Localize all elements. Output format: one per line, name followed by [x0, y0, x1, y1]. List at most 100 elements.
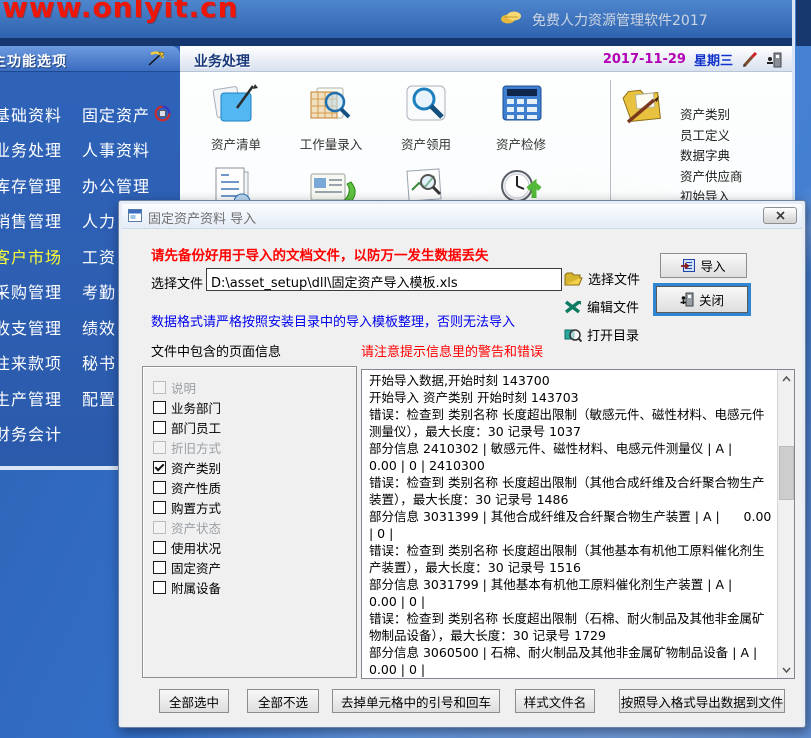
sidebar-item-base-data[interactable]: 基础资料 [0, 96, 62, 132]
grid-magnifier-icon [285, 84, 377, 132]
import-log-text: 开始导入数据,开始时刻 143700 开始导入 资产类别 开始时刻 143703… [362, 370, 777, 678]
sidebar-item-sales[interactable]: 销售管理 [0, 203, 62, 239]
excel-icon [564, 300, 582, 314]
sheet-remark: 说明 [153, 377, 356, 397]
sheet-dept-employee[interactable]: 部门员工 [153, 417, 356, 437]
sheet-asset-category[interactable]: 资产类别 [153, 457, 356, 477]
select-all-button[interactable]: 全部选中 [159, 689, 229, 713]
dialog-body: 请先备份好用于导入的文档文件，以防万一发生数据丢失 选择文件 D:\asset_… [122, 228, 802, 726]
sheet-checkbox-panel: 说明 业务部门 部门员工 折旧方式 资产类别 资产性质 购置方式 资产状态 使用… [142, 366, 357, 678]
checkbox-asset-status [153, 521, 166, 534]
magnifier-icon [380, 84, 472, 132]
calculator-icon [475, 84, 567, 132]
app-tagline: 免费人力资源管理软件2017 [532, 10, 708, 30]
sidebar-item-office[interactable]: 办公管理 [82, 167, 171, 203]
page-title: 业务处理 [194, 51, 250, 71]
sidebar-item-hr-data[interactable]: 人事资料 [82, 132, 171, 168]
sheet-attached-equipment[interactable]: 附属设备 [153, 577, 356, 597]
dialog-titlebar[interactable]: 固定资产资料 导入 [122, 204, 802, 228]
scroll-up-icon[interactable] [778, 370, 795, 387]
checkbox-usage-status[interactable] [153, 541, 166, 554]
sidebar-item-inventory[interactable]: 库存管理 [0, 167, 62, 203]
top-divider-strip [0, 38, 792, 46]
sheet-depreciation: 折旧方式 [153, 437, 356, 457]
sidebar-item-customer-market[interactable]: 客户市场 [0, 238, 62, 274]
file-path-input[interactable]: D:\asset_setup\dll\固定资产导入模板.xls [206, 268, 562, 291]
toolbar-asset-maintenance[interactable]: 资产检修 [475, 84, 567, 153]
exit-icon[interactable] [766, 51, 782, 69]
desktop-dark-corner [796, 0, 811, 46]
toolbar-asset-list[interactable]: 资产清单 [190, 84, 282, 153]
sidebar-item-business[interactable]: 业务处理 [0, 132, 62, 168]
current-weekday: 星期三 [694, 50, 733, 69]
deselect-all-button[interactable]: 全部不选 [247, 689, 319, 713]
import-log-panel: 开始导入数据,开始时刻 143700 开始导入 资产类别 开始时刻 143703… [361, 369, 795, 679]
close-button-focus-ring: 关闭 [653, 283, 751, 316]
sheet-asset-status: 资产状态 [153, 517, 356, 537]
sidebar-header: 主功能选项 [0, 46, 180, 72]
pencil-icon[interactable] [741, 52, 758, 68]
note-pen-icon [190, 84, 282, 132]
toolbar-asset-requisition[interactable]: 资产领用 [380, 84, 472, 153]
sheet-fixed-asset[interactable]: 固定资产 [153, 557, 356, 577]
import-icon [681, 259, 695, 272]
import-dialog: 固定资产资料 导入 请先备份好用于导入的文档文件，以防万一发生数据丢失 选择文件… [118, 200, 806, 728]
link-asset-category[interactable]: 资产类别 [680, 104, 743, 125]
app-top-banner: www.onlyit.cn 免费人力资源管理软件2017 [0, 0, 792, 38]
quick-links: 资产类别 员工定义 数据字典 资产供应商 初始导入 [680, 104, 743, 207]
main-panel-header: 业务处理 2017-11-29 星期三 [180, 46, 792, 72]
checkbox-fixed-asset[interactable] [153, 561, 166, 574]
dialog-title: 固定资产资料 导入 [148, 208, 256, 227]
export-by-format-button[interactable]: 按照导入格式导出数据到文件 [619, 689, 785, 713]
checkbox-asset-nature[interactable] [153, 481, 166, 494]
folder-icon [564, 272, 583, 286]
close-icon[interactable] [763, 207, 797, 224]
handshake-icon [500, 9, 522, 25]
sheet-asset-nature[interactable]: 资产性质 [153, 477, 356, 497]
current-date: 2017-11-29 [603, 52, 686, 67]
log-section-label: 请注意提示信息里的警告和错误 [361, 341, 543, 360]
dialog-close-button[interactable]: 关闭 [656, 286, 748, 313]
import-button[interactable]: 导入 [660, 253, 747, 278]
brand-url: www.onlyit.cn [2, 0, 239, 24]
sheet-usage-status[interactable]: 使用状况 [153, 537, 356, 557]
file-label: 选择文件 [151, 273, 203, 292]
checkbox-remark [153, 381, 166, 394]
sheet-business-dept[interactable]: 业务部门 [153, 397, 356, 417]
bow-arrow-icon[interactable] [147, 50, 166, 68]
sheets-section-label: 文件中包含的页面信息 [151, 341, 281, 360]
door-exit-icon [680, 292, 694, 307]
checkbox-dept-employee[interactable] [153, 421, 166, 434]
sidebar-item-accounts[interactable]: 往来款项 [0, 345, 62, 381]
record-circle-icon [154, 105, 171, 122]
strip-quotes-button[interactable]: 去掉单元格中的引号和回车 [332, 689, 500, 713]
sheet-purchase-method[interactable]: 购置方式 [153, 497, 356, 517]
link-data-dictionary[interactable]: 数据字典 [680, 145, 743, 166]
edit-file-link[interactable]: 编辑文件 [564, 297, 639, 316]
checkbox-asset-category[interactable] [153, 461, 166, 474]
dialog-window-icon [128, 209, 142, 222]
open-dir-icon [564, 327, 582, 342]
checkbox-purchase-method[interactable] [153, 501, 166, 514]
sidebar-item-fixed-assets[interactable]: 固定资产 [82, 96, 171, 132]
scroll-down-icon[interactable] [778, 661, 795, 678]
sidebar-title: 主功能选项 [0, 51, 67, 71]
sidebar-item-finance[interactable]: 财务会计 [0, 416, 62, 452]
format-note-text: 数据格式请严格按照安装目录中的导入模板整理，否则无法导入 [151, 311, 515, 330]
sidebar-item-purchasing[interactable]: 采购管理 [0, 274, 62, 310]
checkbox-business-dept[interactable] [153, 401, 166, 414]
log-scrollbar[interactable] [777, 370, 794, 678]
checkbox-attached-equipment[interactable] [153, 581, 166, 594]
toolbar-workload-entry[interactable]: 工作量录入 [285, 84, 377, 153]
style-filename-button[interactable]: 样式文件名 [515, 689, 595, 713]
backup-warning-text: 请先备份好用于导入的文档文件，以防万一发生数据丢失 [151, 244, 489, 264]
link-asset-supplier[interactable]: 资产供应商 [680, 166, 743, 187]
sidebar-item-production[interactable]: 生产管理 [0, 380, 62, 416]
open-directory-link[interactable]: 打开目录 [564, 325, 639, 344]
checkbox-depreciation [153, 441, 166, 454]
screen: www.onlyit.cn 免费人力资源管理软件2017 主功能选项 基础资料 … [0, 0, 811, 738]
scrollbar-thumb[interactable] [779, 446, 794, 500]
choose-file-link[interactable]: 选择文件 [564, 269, 640, 288]
link-employee-definition[interactable]: 员工定义 [680, 125, 743, 146]
sidebar-item-income-expense[interactable]: 收支管理 [0, 309, 62, 345]
